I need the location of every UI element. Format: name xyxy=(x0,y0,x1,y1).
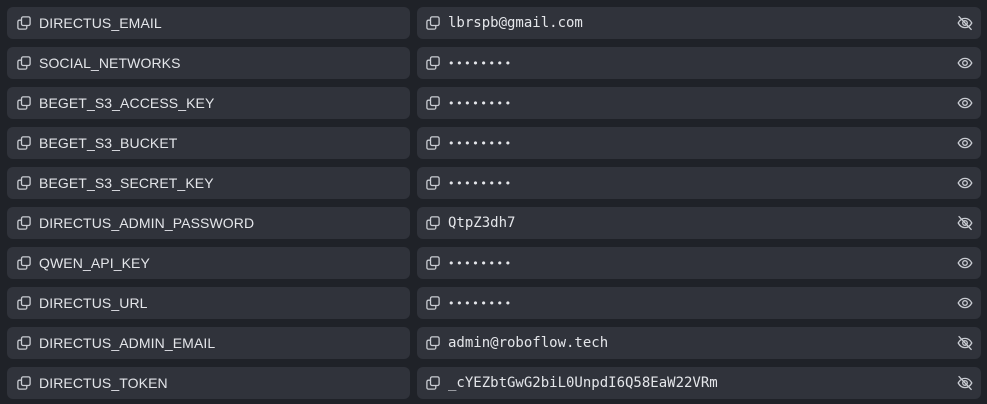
env-key-label: DIRECTUS_TOKEN xyxy=(39,375,168,391)
copy-icon[interactable] xyxy=(426,176,440,190)
copy-icon[interactable] xyxy=(426,136,440,150)
copy-icon[interactable] xyxy=(426,56,440,70)
env-key-field[interactable]: DIRECTUS_URL xyxy=(7,287,410,319)
env-value-field[interactable]: •••••••• xyxy=(417,247,981,279)
env-key-label: BEGET_S3_SECRET_KEY xyxy=(39,175,214,191)
env-value-field[interactable]: admin@roboflow.tech xyxy=(417,327,981,359)
env-value-field[interactable]: •••••••• xyxy=(417,167,981,199)
copy-icon[interactable] xyxy=(426,296,440,310)
copy-icon[interactable] xyxy=(426,376,440,390)
eye-icon[interactable] xyxy=(957,175,973,191)
env-value-field[interactable]: •••••••• xyxy=(417,287,981,319)
env-key-field[interactable]: BEGET_S3_SECRET_KEY xyxy=(7,167,410,199)
eye-icon[interactable] xyxy=(957,135,973,151)
env-row: BEGET_S3_BUCKET •••••••• xyxy=(0,127,987,159)
env-key-label: DIRECTUS_EMAIL xyxy=(39,15,162,31)
copy-icon[interactable] xyxy=(426,16,440,30)
eye-icon[interactable] xyxy=(957,55,973,71)
env-key-field[interactable]: SOCIAL_NETWORKS xyxy=(7,47,410,79)
copy-icon[interactable] xyxy=(426,336,440,350)
env-key-label: SOCIAL_NETWORKS xyxy=(39,55,181,71)
eye-icon[interactable] xyxy=(957,95,973,111)
copy-icon[interactable] xyxy=(17,176,31,190)
env-row: DIRECTUS_URL •••••••• xyxy=(0,287,987,319)
copy-icon[interactable] xyxy=(17,216,31,230)
eye-slash-icon[interactable] xyxy=(957,15,973,31)
env-value-text: •••••••• xyxy=(448,136,513,150)
env-value-field[interactable]: lbrspb@gmail.com xyxy=(417,7,981,39)
env-key-field[interactable]: DIRECTUS_TOKEN xyxy=(7,367,410,399)
env-key-label: DIRECTUS_URL xyxy=(39,295,148,311)
copy-icon[interactable] xyxy=(426,96,440,110)
env-row: DIRECTUS_ADMIN_EMAIL admin@roboflow.tech xyxy=(0,327,987,359)
copy-icon[interactable] xyxy=(17,296,31,310)
env-key-label: QWEN_API_KEY xyxy=(39,255,150,271)
env-value-text: •••••••• xyxy=(448,56,513,70)
env-row: SOCIAL_NETWORKS •••••••• xyxy=(0,47,987,79)
eye-slash-icon[interactable] xyxy=(957,335,973,351)
env-value-text: •••••••• xyxy=(448,176,513,190)
copy-icon[interactable] xyxy=(17,136,31,150)
env-key-field[interactable]: DIRECTUS_ADMIN_EMAIL xyxy=(7,327,410,359)
env-value-field[interactable]: •••••••• xyxy=(417,127,981,159)
env-key-field[interactable]: BEGET_S3_BUCKET xyxy=(7,127,410,159)
env-value-field[interactable]: _cYEZbtGwG2biL0UnpdI6Q58EaW22VRm xyxy=(417,367,981,399)
copy-icon[interactable] xyxy=(426,216,440,230)
env-value-text: •••••••• xyxy=(448,296,513,310)
env-value-field[interactable]: •••••••• xyxy=(417,47,981,79)
eye-slash-icon[interactable] xyxy=(957,375,973,391)
env-row: DIRECTUS_EMAIL lbrspb@gmail.com xyxy=(0,7,987,39)
env-row: QWEN_API_KEY •••••••• xyxy=(0,247,987,279)
env-variable-list: DIRECTUS_EMAIL lbrspb@gmail.com SOCIAL_N… xyxy=(0,0,987,404)
env-value-text: admin@roboflow.tech xyxy=(448,335,609,351)
env-key-field[interactable]: DIRECTUS_EMAIL xyxy=(7,7,410,39)
env-key-field[interactable]: DIRECTUS_ADMIN_PASSWORD xyxy=(7,207,410,239)
copy-icon[interactable] xyxy=(17,96,31,110)
env-value-text: lbrspb@gmail.com xyxy=(448,15,583,31)
env-key-label: BEGET_S3_BUCKET xyxy=(39,135,178,151)
env-key-field[interactable]: BEGET_S3_ACCESS_KEY xyxy=(7,87,410,119)
env-value-text: QtpZ3dh7 xyxy=(448,215,516,231)
copy-icon[interactable] xyxy=(426,256,440,270)
copy-icon[interactable] xyxy=(17,376,31,390)
env-row: DIRECTUS_ADMIN_PASSWORD QtpZ3dh7 xyxy=(0,207,987,239)
env-key-label: DIRECTUS_ADMIN_EMAIL xyxy=(39,335,216,351)
copy-icon[interactable] xyxy=(17,336,31,350)
copy-icon[interactable] xyxy=(17,56,31,70)
env-key-field[interactable]: QWEN_API_KEY xyxy=(7,247,410,279)
copy-icon[interactable] xyxy=(17,16,31,30)
env-value-text: •••••••• xyxy=(448,256,513,270)
env-value-text: •••••••• xyxy=(448,96,513,110)
env-value-text: _cYEZbtGwG2biL0UnpdI6Q58EaW22VRm xyxy=(448,375,718,391)
env-key-label: DIRECTUS_ADMIN_PASSWORD xyxy=(39,215,255,231)
env-value-field[interactable]: QtpZ3dh7 xyxy=(417,207,981,239)
env-row: DIRECTUS_TOKEN _cYEZbtGwG2biL0UnpdI6Q58E… xyxy=(0,367,987,399)
eye-icon[interactable] xyxy=(957,255,973,271)
eye-icon[interactable] xyxy=(957,295,973,311)
copy-icon[interactable] xyxy=(17,256,31,270)
env-row: BEGET_S3_ACCESS_KEY •••••••• xyxy=(0,87,987,119)
env-row: BEGET_S3_SECRET_KEY •••••••• xyxy=(0,167,987,199)
env-key-label: BEGET_S3_ACCESS_KEY xyxy=(39,95,215,111)
eye-slash-icon[interactable] xyxy=(957,215,973,231)
env-value-field[interactable]: •••••••• xyxy=(417,87,981,119)
